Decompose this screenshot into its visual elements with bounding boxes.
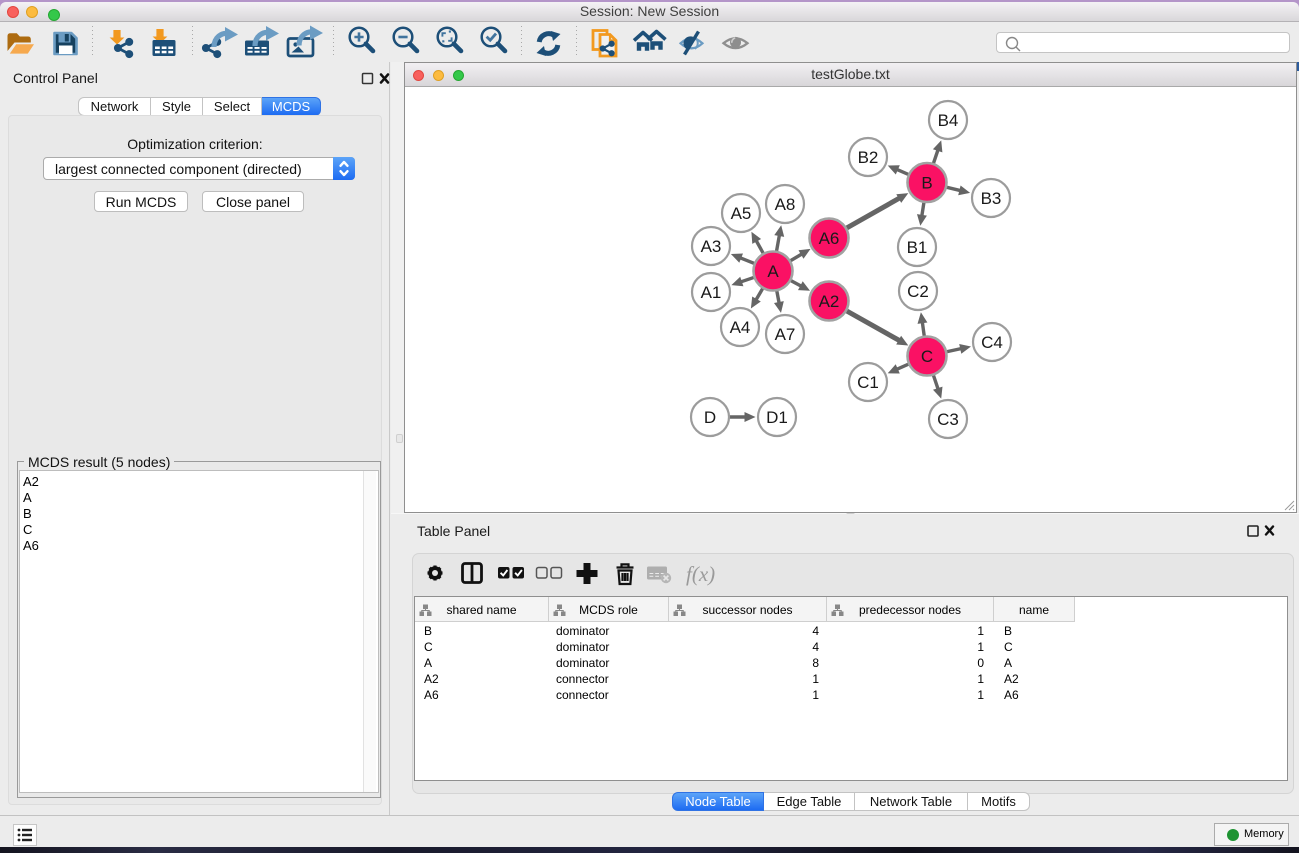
svg-text:B1: B1 [907,238,928,257]
svg-text:C1: C1 [857,373,879,392]
svg-text:A6: A6 [819,229,840,248]
svg-text:D: D [704,408,716,427]
svg-text:A4: A4 [730,318,751,337]
svg-text:A1: A1 [701,283,722,302]
svg-text:B3: B3 [981,189,1002,208]
svg-text:C: C [921,347,933,366]
svg-text:f(x): f(x) [686,562,715,586]
svg-text:B4: B4 [938,111,959,130]
svg-text:A7: A7 [775,325,796,344]
svg-text:A5: A5 [731,204,752,223]
svg-text:C3: C3 [937,410,959,429]
svg-text:B: B [921,174,932,193]
svg-text:D1: D1 [766,408,788,427]
svg-text:C4: C4 [981,333,1003,352]
svg-text:B2: B2 [858,148,879,167]
svg-text:A3: A3 [701,237,722,256]
svg-text:A2: A2 [819,292,840,311]
svg-text:A: A [767,262,779,281]
svg-text:A8: A8 [775,195,796,214]
svg-text:C2: C2 [907,282,929,301]
